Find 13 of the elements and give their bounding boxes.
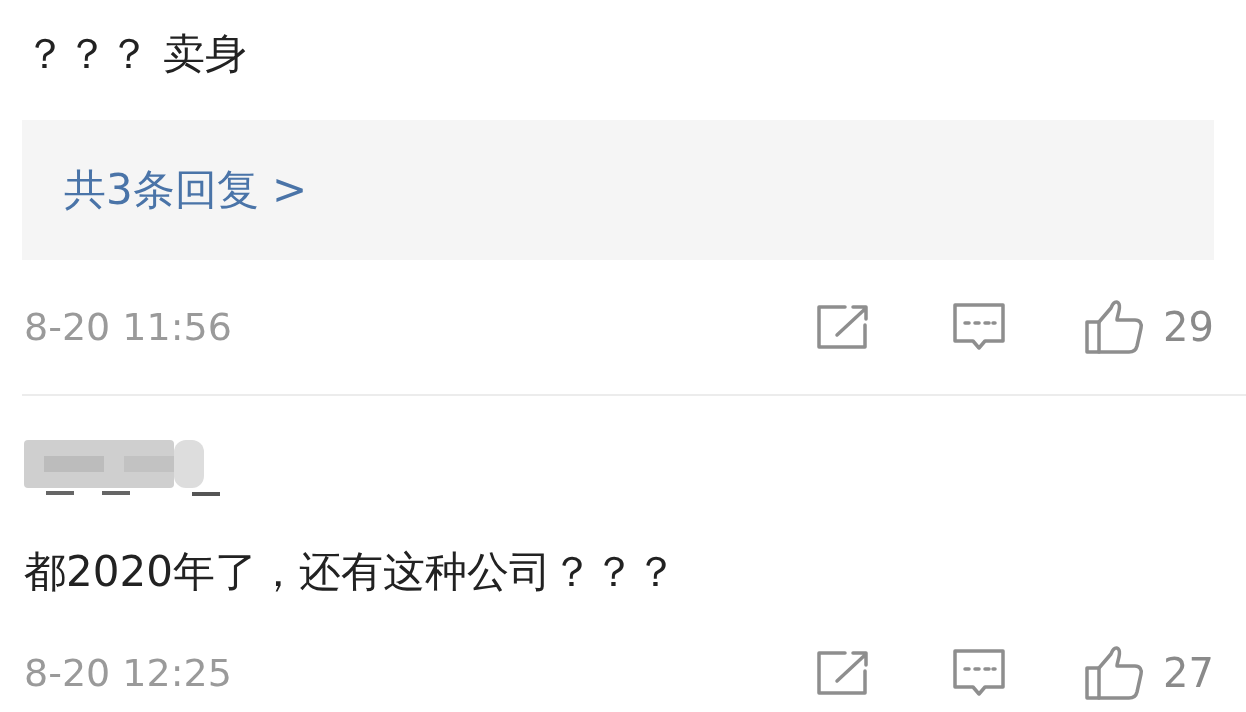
reply-button[interactable] <box>951 301 1008 353</box>
comment-text: 都2020年了，还有这种公司？？？ <box>24 546 678 598</box>
comment-time: 8-20 11:56 <box>24 305 233 349</box>
reply-button[interactable] <box>951 647 1008 699</box>
thumbs-up-icon <box>1083 644 1146 702</box>
comment-icon <box>951 647 1008 699</box>
comment-icon <box>951 301 1008 353</box>
like-button[interactable]: 27 <box>1083 644 1214 702</box>
replies-link[interactable]: 共3条回复 > <box>22 120 1214 260</box>
thumbs-up-icon <box>1083 298 1146 356</box>
like-button[interactable]: 29 <box>1083 298 1214 356</box>
comment-text: ？？？ 卖身 <box>24 28 249 80</box>
comment-time: 8-20 12:25 <box>24 651 233 695</box>
